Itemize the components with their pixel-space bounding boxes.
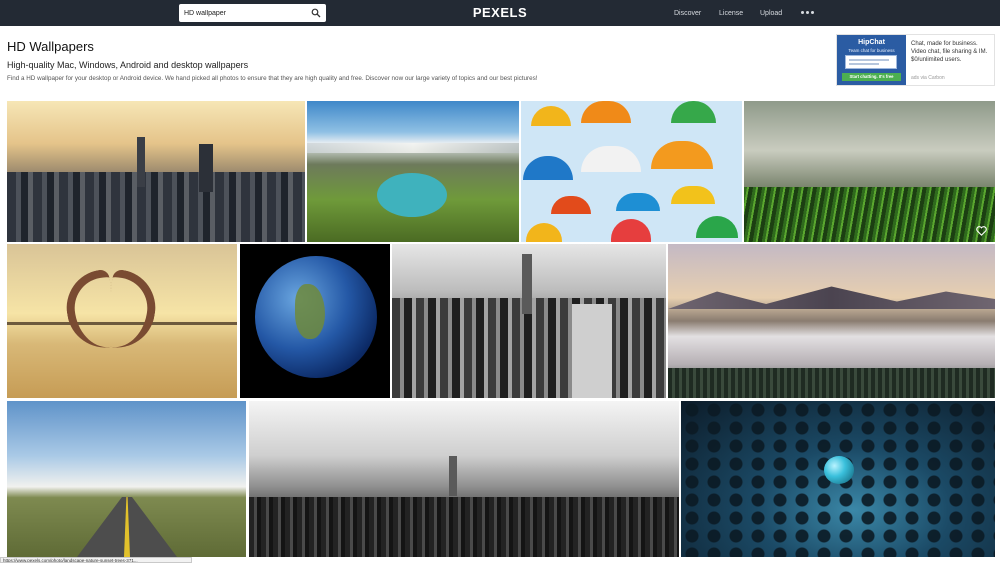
photo-marbles[interactable] [681,401,995,557]
photo-road[interactable] [7,401,246,557]
ad-tagline: Team chat for business [848,48,895,53]
ad-text[interactable]: Chat, made for business. Video chat, fil… [911,40,993,64]
photo-mountain-lake[interactable] [307,101,519,242]
photo-aerial-city[interactable] [249,401,679,557]
page-description: Find a HD wallpaper for your desktop or … [7,75,538,82]
more-dots-icon[interactable] [801,11,815,15]
photo-manhattan-bw[interactable] [392,244,666,398]
ad-cta-button[interactable]: Start chatting. It's free [842,73,901,81]
status-url: https://www.pexels.com/photo/landscape-n… [0,557,192,563]
ad-image[interactable]: HipChat Team chat for business Start cha… [837,35,906,85]
pexels-logo[interactable]: PEXELS [470,6,530,20]
ad-brand: HipChat [858,39,885,46]
ad-via-link[interactable]: ads via Carbon [911,75,945,81]
search-input[interactable] [184,4,309,22]
heart-icon[interactable] [976,226,987,236]
carbon-ad[interactable]: HipChat Team chat for business Start cha… [836,34,995,86]
page-subtitle: High-quality Mac, Windows, Android and d… [7,60,249,70]
search-icon[interactable] [311,8,321,18]
photo-foggy-mountains[interactable] [668,244,995,398]
nav-link-license[interactable]: License [719,9,743,18]
nav-link-upload[interactable]: Upload [760,9,782,18]
photo-grass[interactable] [744,101,995,242]
photo-city-skyline[interactable] [7,101,305,242]
photo-earth[interactable] [240,244,390,398]
page-title: HD Wallpapers [7,39,94,54]
top-navigation-bar: PEXELS Discover License Upload [0,0,1000,26]
nav-link-discover[interactable]: Discover [674,9,701,18]
photo-beach-heart[interactable] [7,244,237,398]
ad-screenshot [845,55,897,69]
search-box[interactable] [179,4,326,22]
photo-umbrellas[interactable] [521,101,742,242]
